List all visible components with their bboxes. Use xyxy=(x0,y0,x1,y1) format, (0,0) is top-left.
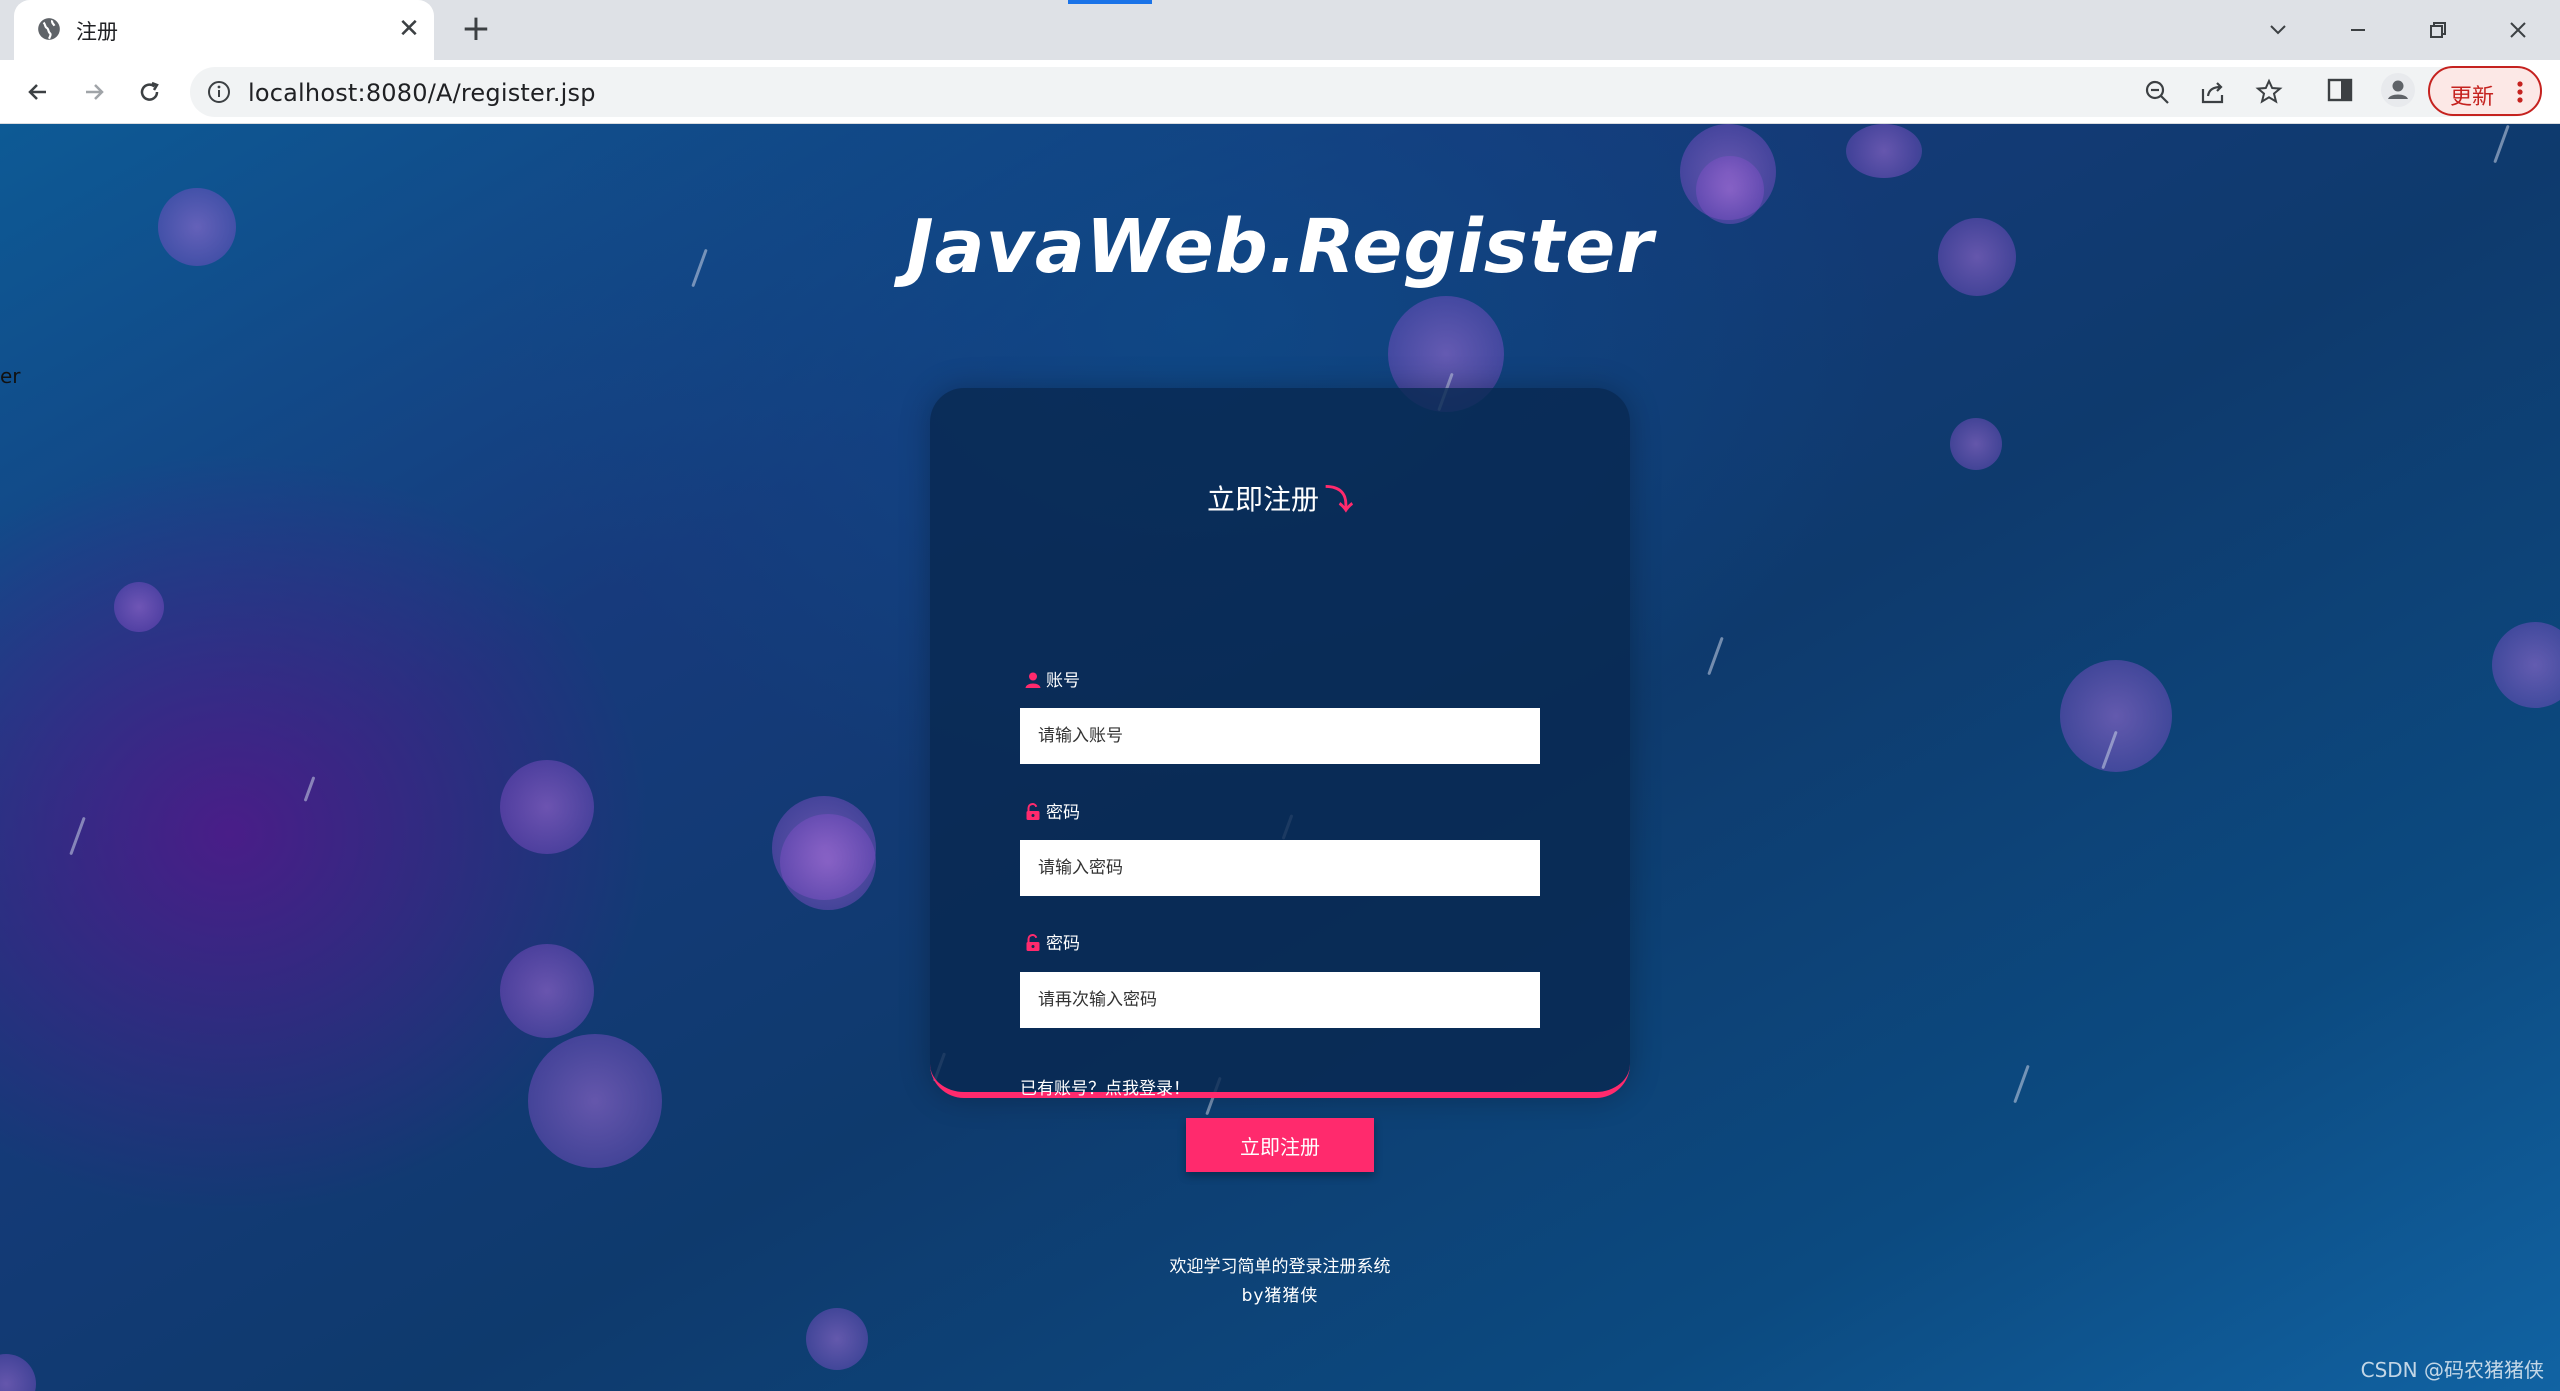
decorative-bubble xyxy=(806,1308,868,1370)
decorative-bubble xyxy=(1846,124,1922,178)
decorative-rain-streak xyxy=(2013,1064,2030,1104)
tab-loading-indicator xyxy=(1068,0,1152,4)
password-label-text: 密码 xyxy=(1046,803,1080,823)
back-arrow-icon[interactable] xyxy=(16,70,60,114)
form-heading: 立即注册 ⤵ xyxy=(930,478,1630,518)
restore-window-icon[interactable] xyxy=(2416,8,2460,52)
clipped-text-fragment: er xyxy=(0,364,21,388)
password-input[interactable] xyxy=(1020,840,1540,896)
decorative-bubble xyxy=(528,1034,662,1168)
unlock-icon xyxy=(1026,934,1040,951)
csdn-watermark: CSDN @码农猪猪侠 xyxy=(2360,1358,2544,1382)
decorative-bubble xyxy=(2492,622,2560,708)
decorative-bubble xyxy=(0,1354,36,1391)
decorative-bubble xyxy=(2060,660,2172,772)
page-title: JavaWeb.Register xyxy=(906,204,1654,290)
register-form-card: 立即注册⤵ 账号 密码 密码 已有账号？点我登录！ xyxy=(930,388,1630,1172)
unlock-icon xyxy=(1026,803,1040,820)
footer-author-text: by猪猪侠 xyxy=(1241,1286,1319,1306)
down-arrow-icon: ⤵ xyxy=(1325,483,1354,516)
tab-strip: 注册 ✕ + xyxy=(0,0,2560,60)
bookmark-star-icon[interactable] xyxy=(2254,77,2284,107)
site-info-icon[interactable] xyxy=(206,79,232,105)
profile-avatar-icon[interactable] xyxy=(2380,72,2416,108)
decorative-bubble xyxy=(114,582,164,632)
register-button[interactable]: 立即注册 xyxy=(1186,1118,1374,1172)
footer-welcome-text: 欢迎学习简单的登录注册系统 xyxy=(1169,1257,1391,1277)
page-viewport: er JavaWeb.Register 立即注册⤵ 账号 密码 xyxy=(0,124,2560,1391)
more-menu-icon[interactable] xyxy=(2514,78,2526,106)
confirm-password-label: 密码 xyxy=(1024,929,1080,954)
decorative-bubble xyxy=(780,814,876,910)
close-window-icon[interactable] xyxy=(2496,8,2540,52)
url-text[interactable]: localhost:8080/A/register.jsp xyxy=(248,79,596,107)
confirm-password-label-text: 密码 xyxy=(1046,934,1080,954)
account-input[interactable] xyxy=(1020,708,1540,764)
confirm-password-input[interactable] xyxy=(1020,972,1540,1028)
address-bar[interactable]: localhost:8080/A/register.jsp xyxy=(190,67,2536,117)
password-label: 密码 xyxy=(1024,798,1080,823)
tab-close-icon[interactable]: ✕ xyxy=(392,12,426,46)
decorative-rain-streak xyxy=(2493,124,2510,164)
browser-toolbar: localhost:8080/A/register.jsp xyxy=(0,60,2560,124)
account-label-text: 账号 xyxy=(1046,671,1080,691)
active-tab[interactable]: 注册 ✕ xyxy=(14,0,434,60)
decorative-rain-streak xyxy=(69,816,86,856)
decorative-bubble xyxy=(500,944,594,1038)
tab-title: 注册 xyxy=(76,20,118,44)
form-heading-text: 立即注册 xyxy=(1206,483,1319,516)
reload-icon[interactable] xyxy=(128,70,172,114)
decorative-rain-streak xyxy=(303,776,316,802)
globe-icon xyxy=(38,18,60,40)
decorative-bubble xyxy=(500,760,594,854)
user-icon xyxy=(1025,672,1041,688)
account-label: 账号 xyxy=(1024,666,1080,691)
share-icon[interactable] xyxy=(2198,77,2228,107)
minimize-icon[interactable] xyxy=(2336,8,2380,52)
forward-arrow-icon[interactable] xyxy=(72,70,116,114)
update-label: 更新 xyxy=(2450,85,2495,110)
new-tab-button[interactable]: + xyxy=(456,10,496,50)
side-panel-icon[interactable] xyxy=(2324,74,2356,106)
zoom-out-icon[interactable] xyxy=(2142,77,2172,107)
update-button[interactable]: 更新 xyxy=(2428,66,2542,116)
tab-search-chevron-icon[interactable] xyxy=(2256,8,2300,52)
login-link[interactable]: 已有账号？点我登录！ xyxy=(1020,1074,1190,1099)
decorative-rain-streak xyxy=(1707,636,1724,676)
decorative-bubble xyxy=(1950,418,2002,470)
